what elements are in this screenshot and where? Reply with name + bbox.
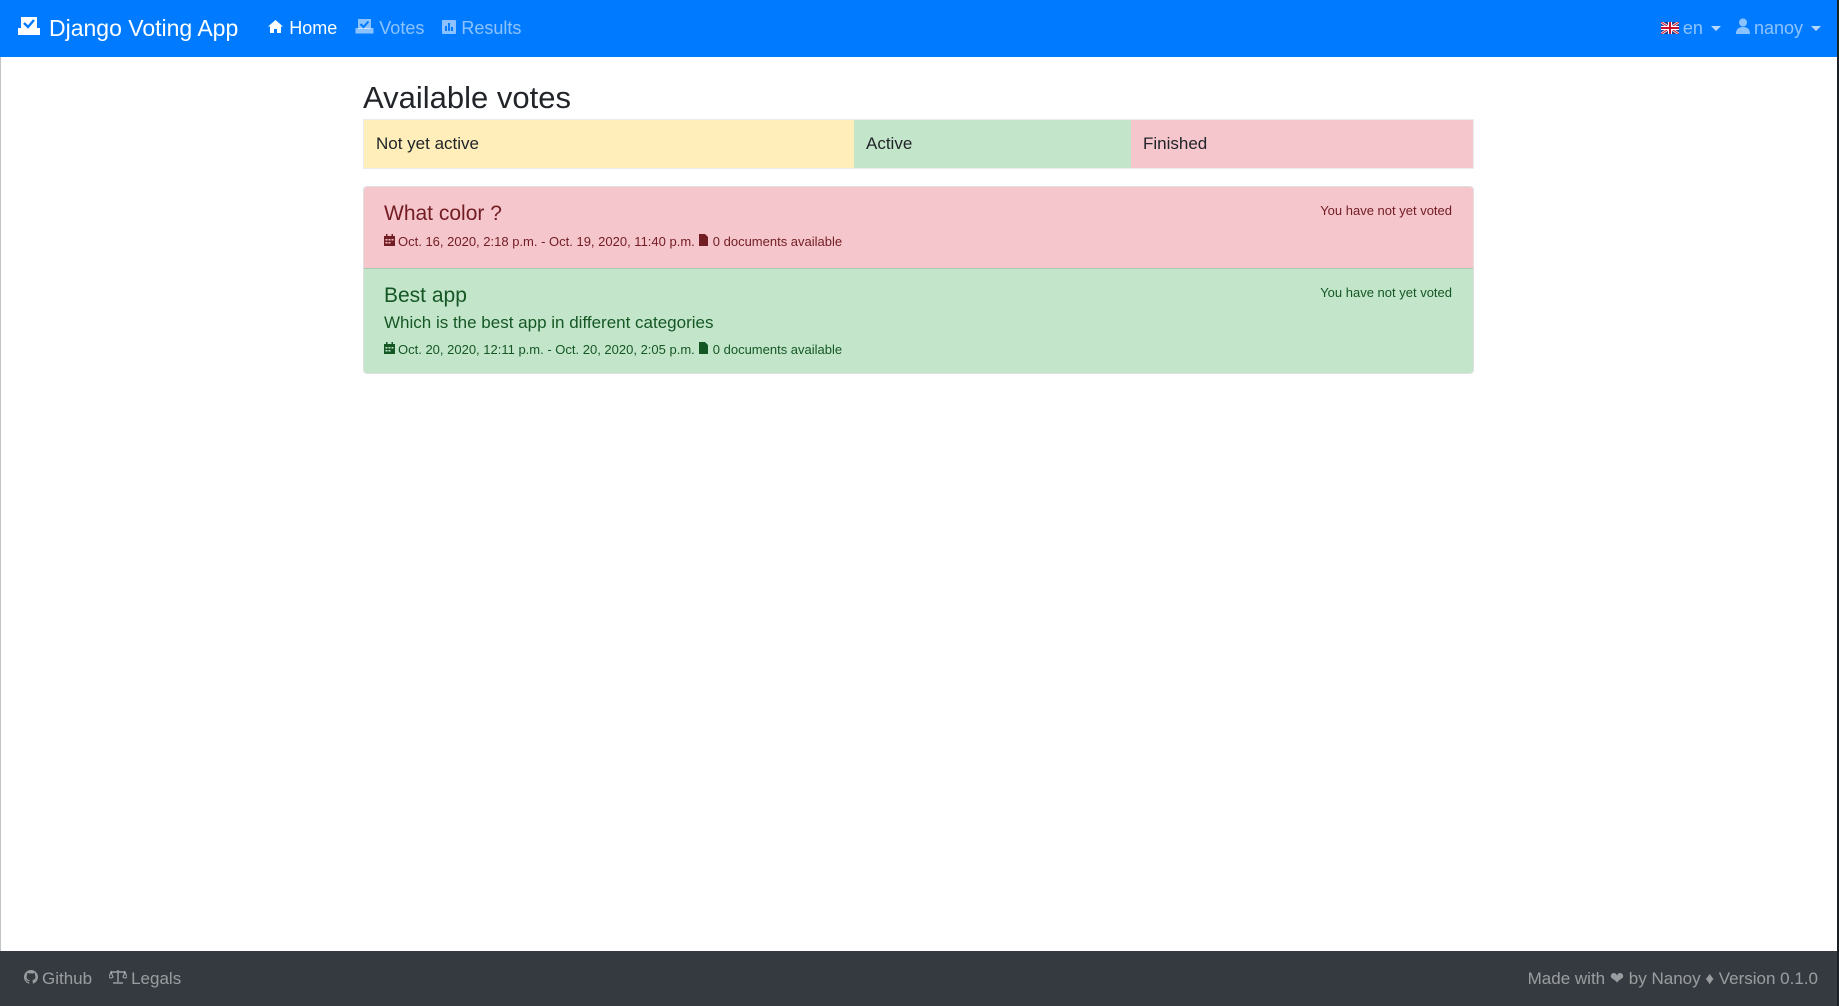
github-label: Github: [42, 968, 93, 988]
navbar: Django Voting App Home Votes Results en …: [0, 0, 1837, 57]
vote-meta: Oct. 20, 2020, 12:11 p.m. - Oct. 20, 202…: [384, 342, 1453, 357]
vote-dates: Oct. 16, 2020, 2:18 p.m. - Oct. 19, 2020…: [398, 234, 695, 249]
vote-status: You have not yet voted: [1320, 203, 1452, 218]
legals-label: Legals: [131, 968, 182, 988]
nav-home-label: Home: [289, 18, 338, 38]
home-icon: [267, 18, 289, 39]
vote-dates: Oct. 20, 2020, 12:11 p.m. - Oct. 20, 202…: [398, 342, 695, 357]
vote-status: You have not yet voted: [1320, 285, 1452, 300]
document-icon: [698, 234, 711, 249]
bar-chart-icon: [442, 18, 461, 39]
vote-item-what-color[interactable]: What color ? You have not yet voted Oct.…: [364, 187, 1473, 268]
vote-meta: Oct. 16, 2020, 2:18 p.m. - Oct. 19, 2020…: [384, 234, 1453, 249]
legend-active: Active: [854, 120, 1131, 168]
votes-list: What color ? You have not yet voted Oct.…: [363, 186, 1474, 374]
vote-title: Best app: [384, 284, 467, 307]
scale-balance-icon: [108, 969, 131, 989]
page-title: Available votes: [363, 80, 571, 115]
vote-box-icon: [355, 18, 379, 39]
vote-item-best-app[interactable]: Best app You have not yet voted Which is…: [364, 268, 1473, 373]
nav-results-label: Results: [461, 18, 522, 38]
github-link[interactable]: Github: [24, 969, 92, 989]
vote-description: Which is the best app in different categ…: [384, 313, 714, 332]
user-icon: [1735, 18, 1750, 39]
github-icon: [24, 969, 42, 989]
nav-votes-label: Votes: [379, 18, 425, 38]
user-dropdown[interactable]: nanoy: [1735, 18, 1821, 39]
nav-votes[interactable]: Votes: [355, 18, 424, 39]
nav-home[interactable]: Home: [267, 18, 337, 39]
username-label: nanoy: [1753, 18, 1803, 38]
vote-documents: 0 documents available: [712, 234, 843, 249]
document-icon: [698, 342, 711, 357]
vote-documents: 0 documents available: [712, 342, 843, 357]
language-dropdown[interactable]: en: [1660, 18, 1721, 39]
chevron-down-icon: [1710, 26, 1721, 31]
main-content: Available votes Not yet active Active Fi…: [363, 57, 1474, 374]
calendar-icon: [384, 342, 398, 357]
language-label: en: [1682, 18, 1703, 38]
navbar-right: en nanoy: [1646, 18, 1821, 39]
vote-box-icon: [17, 15, 49, 42]
footer-credit: Made with ❤ by Nanoy ♦ Version 0.1.0: [1527, 968, 1818, 988]
vote-title: What color ?: [384, 202, 502, 225]
uk-flag-icon: [1660, 18, 1680, 39]
chevron-down-icon: [1811, 26, 1821, 31]
legend-finished: Finished: [1131, 120, 1473, 168]
status-legend: Not yet active Active Finished: [363, 119, 1474, 169]
legals-link[interactable]: Legals: [108, 968, 182, 989]
nav-results[interactable]: Results: [442, 18, 521, 39]
brand-title: Django Voting App: [49, 15, 239, 41]
footer: Github Legals Made with ❤ by Nanoy ♦ Ver…: [0, 951, 1837, 1006]
brand-link[interactable]: Django Voting App: [17, 15, 238, 42]
legend-not-active: Not yet active: [364, 120, 854, 168]
calendar-icon: [384, 234, 398, 249]
